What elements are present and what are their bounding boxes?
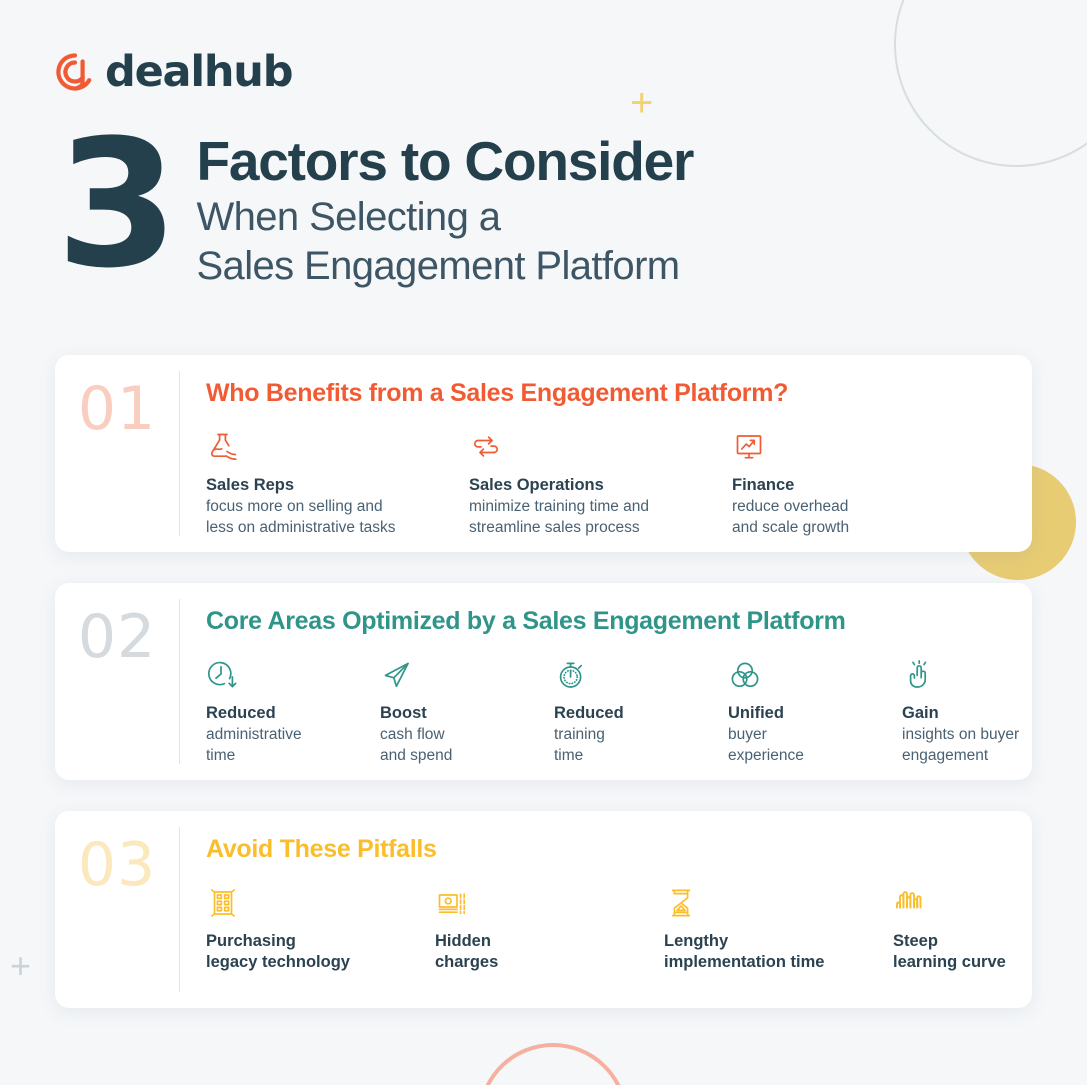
factor-card-01: 01 Who Benefits from a Sales Engagement … [55,355,1032,552]
item-gain-insights: Gain insights on buyer engagement [902,658,1076,766]
tap-finger-icon [902,658,1076,692]
item-description: cash flow and spend [380,726,453,764]
item-lengthy-implementation-time: Lengthy implementation time [664,886,893,974]
factor-card-02: 02 Core Areas Optimized by a Sales Engag… [55,583,1032,780]
item-description: administrative time [206,726,302,764]
item-steep-learning-curve: Steep learning curve [893,886,1087,974]
presentation-chart-icon [732,430,995,464]
card-heading-02: Core Areas Optimized by a Sales Engageme… [206,607,846,635]
card-number-01: 01 [77,374,157,444]
grey-outline-circle-icon [894,0,1087,167]
clock-down-arrow-icon [206,658,380,692]
item-sales-operations: Sales Operations minimize training time … [469,430,732,538]
item-description: insights on buyer engagement [902,726,1020,764]
venn-diagram-icon [728,658,902,692]
item-description: focus more on selling and less on admini… [206,498,396,536]
plus-grey-icon: + [10,948,31,984]
item-description: buyer experience [728,726,804,764]
item-title: Hidden charges [435,932,499,971]
banknote-icon [435,886,664,920]
item-description: minimize training time and streamline sa… [469,498,650,536]
item-description: training time [554,726,605,764]
item-title: Steep learning curve [893,932,1006,971]
flask-icon [206,430,469,464]
item-hidden-charges: Hidden charges [435,886,664,974]
card-number-02: 02 [77,602,157,672]
card-items-01: Sales Reps focus more on selling and les… [206,430,1032,538]
salmon-outline-circle-icon [478,1043,628,1085]
item-reduced-training-time: Reduced training time [554,658,728,766]
big-number-three: 3 [56,102,178,307]
plus-yellow-icon: + [630,83,653,123]
item-title: Purchasing legacy technology [206,932,350,971]
card-number-wrap-01: 01 [55,355,179,552]
item-purchasing-legacy-technology: Purchasing legacy technology [206,886,435,974]
item-finance: Finance reduce overhead and scale growth [732,430,995,538]
item-title: Gain [902,704,939,722]
stopwatch-icon [554,658,728,692]
card-items-03: Purchasing legacy technology Hidden char… [206,886,1087,974]
dealhub-circle-mark-icon [54,51,96,93]
item-title: Reduced [554,704,624,722]
page-title: 3 Factors to Consider When Selecting a S… [56,102,694,307]
item-title: Sales Reps [206,476,295,494]
plus-grey-glyph: + [10,945,32,986]
title-line-2: When Selecting a [196,195,501,239]
exchange-arrows-icon [469,430,732,464]
card-items-02: Reduced administrative time Boost cash f… [206,658,1076,766]
card-number-wrap-02: 02 [55,583,179,780]
hourglass-icon [664,886,893,920]
item-unified-buyer-experience: Unified buyer experience [728,658,902,766]
card-body-01: Who Benefits from a Sales Engagement Pla… [180,355,1032,552]
legacy-chip-icon [206,886,435,920]
factor-card-03: 03 Avoid These Pitfalls Purchasing legac… [55,811,1032,1008]
brand-name: dealhub [105,47,294,97]
item-boost-cash-flow: Boost cash flow and spend [380,658,554,766]
item-title: Lengthy implementation time [664,932,825,971]
plus-yellow-glyph: + [630,81,654,125]
item-title: Reduced [206,704,276,722]
item-sales-reps: Sales Reps focus more on selling and les… [206,430,469,538]
waveform-icon [893,886,1087,920]
brand-logo: dealhub [54,47,294,97]
card-body-03: Avoid These Pitfalls Purchasing legacy t… [180,811,1087,1008]
item-reduced-administrative-time: Reduced administrative time [206,658,380,766]
item-title: Unified [728,704,784,722]
title-line-1: Factors to Consider [196,130,694,192]
title-line-3: Sales Engagement Platform [196,244,680,288]
item-title: Sales Operations [469,476,604,494]
card-heading-03: Avoid These Pitfalls [206,835,437,863]
item-title: Boost [380,704,427,722]
card-heading-01: Who Benefits from a Sales Engagement Pla… [206,379,789,407]
paper-plane-icon [380,658,554,692]
card-number-03: 03 [77,830,157,900]
item-title: Finance [732,476,795,494]
card-number-wrap-03: 03 [55,811,179,1008]
card-body-02: Core Areas Optimized by a Sales Engageme… [180,583,1076,780]
item-description: reduce overhead and scale growth [732,498,850,536]
title-text-group: Factors to Consider When Selecting a Sal… [196,130,694,290]
